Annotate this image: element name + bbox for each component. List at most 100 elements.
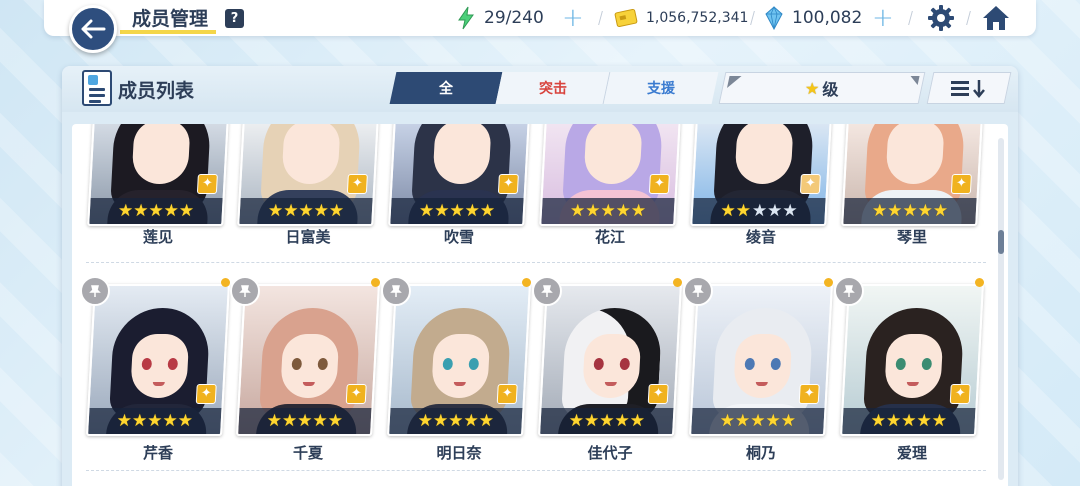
pin-icon[interactable] — [834, 276, 864, 306]
gem-icon — [765, 6, 783, 30]
credit-resource: 1,056,752,341 — [614, 0, 748, 36]
star-rating: ★★★★★ — [239, 198, 373, 224]
notification-dot — [824, 278, 833, 287]
tab-special-label: 支援 — [647, 81, 675, 97]
student-name: 琴里 — [896, 228, 927, 246]
back-button[interactable] — [69, 5, 117, 53]
notification-dot — [975, 278, 984, 287]
weapon-icon: ✦ — [497, 174, 519, 194]
weapon-icon: ✦ — [799, 174, 821, 194]
sort-order-button[interactable] — [926, 72, 1012, 104]
pin-icon[interactable] — [80, 276, 110, 306]
weapon-icon: ✦ — [648, 174, 670, 194]
star-rating: ★★★★★ — [390, 198, 524, 224]
member-list-panel: 成员列表 全 突击 支援 ★ 级 ✦ ★★★★★ 莲见 ✦ ★★★★★ 日富美 … — [62, 66, 1018, 486]
star-rating: ★★★★★ — [238, 408, 372, 434]
star-rating: ★★★★★ — [389, 408, 523, 434]
weapon-icon: ✦ — [496, 384, 518, 404]
ap-plus-wrap: + — [562, 0, 584, 36]
star-rating: ★★★★★ — [842, 408, 976, 434]
tab-all-label: 全 — [439, 81, 453, 97]
student-portrait: ✦ ★★★★★ — [689, 284, 833, 436]
student-name: 吹雪 — [443, 228, 474, 246]
credit-value: 1,056,752,341 — [646, 10, 749, 26]
student-name: 花江 — [594, 228, 625, 246]
scrollbar-thumb[interactable] — [998, 230, 1004, 254]
panel-title: 成员列表 — [118, 80, 195, 102]
student-name: 芹香 — [142, 444, 173, 462]
weapon-icon: ✦ — [196, 174, 218, 194]
student-name: 千夏 — [292, 444, 323, 462]
weapon-icon: ✦ — [346, 174, 368, 194]
student-name: 佳代子 — [587, 444, 633, 462]
weapon-icon: ✦ — [195, 384, 217, 404]
weapon-icon: ✦ — [647, 384, 669, 404]
ap-plus-button[interactable]: + — [562, 5, 584, 31]
student-portrait: ✦ ★★★★★ — [387, 284, 531, 436]
weapon-icon: ✦ — [345, 384, 367, 404]
star-rating: ★★★★★ — [692, 198, 826, 224]
lightning-icon — [458, 6, 474, 30]
settings-wrap — [927, 0, 955, 36]
student-portrait: ✦ ★★★★★ — [538, 284, 682, 436]
notification-dot — [221, 278, 230, 287]
help-button[interactable]: ? — [225, 9, 244, 28]
student-portrait: ✦ ★★★★★ — [539, 124, 681, 226]
star-icon: ★ — [805, 78, 820, 98]
tab-striker-label: 突击 — [538, 81, 567, 97]
student-name: 日富美 — [285, 228, 331, 246]
notification-dot — [673, 278, 682, 287]
pin-icon[interactable] — [683, 276, 713, 306]
student-name: 桐乃 — [745, 444, 776, 462]
student-portrait: ✦ ★★★★★ — [841, 124, 983, 226]
pin-icon[interactable] — [230, 276, 260, 306]
student-portrait: ✦ ★★★★★ — [236, 284, 380, 436]
tab-striker[interactable]: 突击 — [495, 72, 611, 104]
row-divider — [86, 262, 986, 263]
student-name: 爱理 — [896, 444, 927, 462]
star-rating: ★★★★★ — [843, 198, 977, 224]
student-name: 莲见 — [142, 228, 173, 246]
weapon-icon: ✦ — [950, 174, 972, 194]
student-name: 绫音 — [745, 228, 776, 246]
pin-icon[interactable] — [532, 276, 562, 306]
gear-icon[interactable] — [927, 4, 955, 32]
gem-plus-button[interactable]: + — [872, 5, 894, 31]
gem-plus-wrap: + — [872, 0, 894, 36]
star-rating: ★★★★★ — [88, 408, 222, 434]
sort-corner-icon — [727, 76, 742, 88]
student-list[interactable]: ✦ ★★★★★ 莲见 ✦ ★★★★★ 日富美 ✦ ★★★★★ 吹雪 ✦ ★★★★… — [72, 124, 1008, 486]
student-portrait: ✦ ★★★★★ — [690, 124, 832, 226]
student-portrait: ✦ ★★★★★ — [388, 124, 530, 226]
student-portrait: ✦ ★★★★★ — [237, 124, 379, 226]
gem-value: 100,082 — [792, 8, 863, 28]
pin-icon[interactable] — [381, 276, 411, 306]
student-portrait: ✦ ★★★★★ — [86, 284, 230, 436]
gem-resource: 100,082 — [764, 0, 862, 36]
home-icon[interactable] — [981, 4, 1011, 32]
tab-all[interactable]: 全 — [389, 72, 503, 104]
credit-icon — [614, 8, 638, 28]
notification-dot — [371, 278, 380, 287]
star-rating: ★★★★★ — [541, 198, 675, 224]
star-rating: ★★★★★ — [89, 198, 223, 224]
scrollbar[interactable] — [998, 138, 1004, 480]
star-rating: ★★★★★ — [540, 408, 674, 434]
student-portrait: ✦ ★★★★★ — [87, 124, 229, 226]
ap-value: 29/240 — [484, 8, 544, 28]
tab-special[interactable]: 支援 — [603, 72, 719, 104]
weapon-icon: ✦ — [949, 384, 971, 404]
row-divider — [86, 470, 986, 471]
sort-dropdown[interactable]: ★ 级 — [718, 72, 926, 104]
home-wrap — [981, 0, 1011, 36]
notification-dot — [522, 278, 531, 287]
dropdown-corner-icon — [908, 76, 920, 85]
student-portrait: ✦ ★★★★★ — [840, 284, 984, 436]
sort-label: 级 — [822, 80, 839, 99]
page-title: 成员管理 — [132, 8, 209, 30]
sort-descending-icon — [951, 80, 985, 98]
member-list-icon — [82, 70, 112, 106]
student-name: 明日奈 — [436, 444, 482, 462]
back-arrow-icon — [81, 19, 106, 39]
weapon-icon: ✦ — [798, 384, 820, 404]
